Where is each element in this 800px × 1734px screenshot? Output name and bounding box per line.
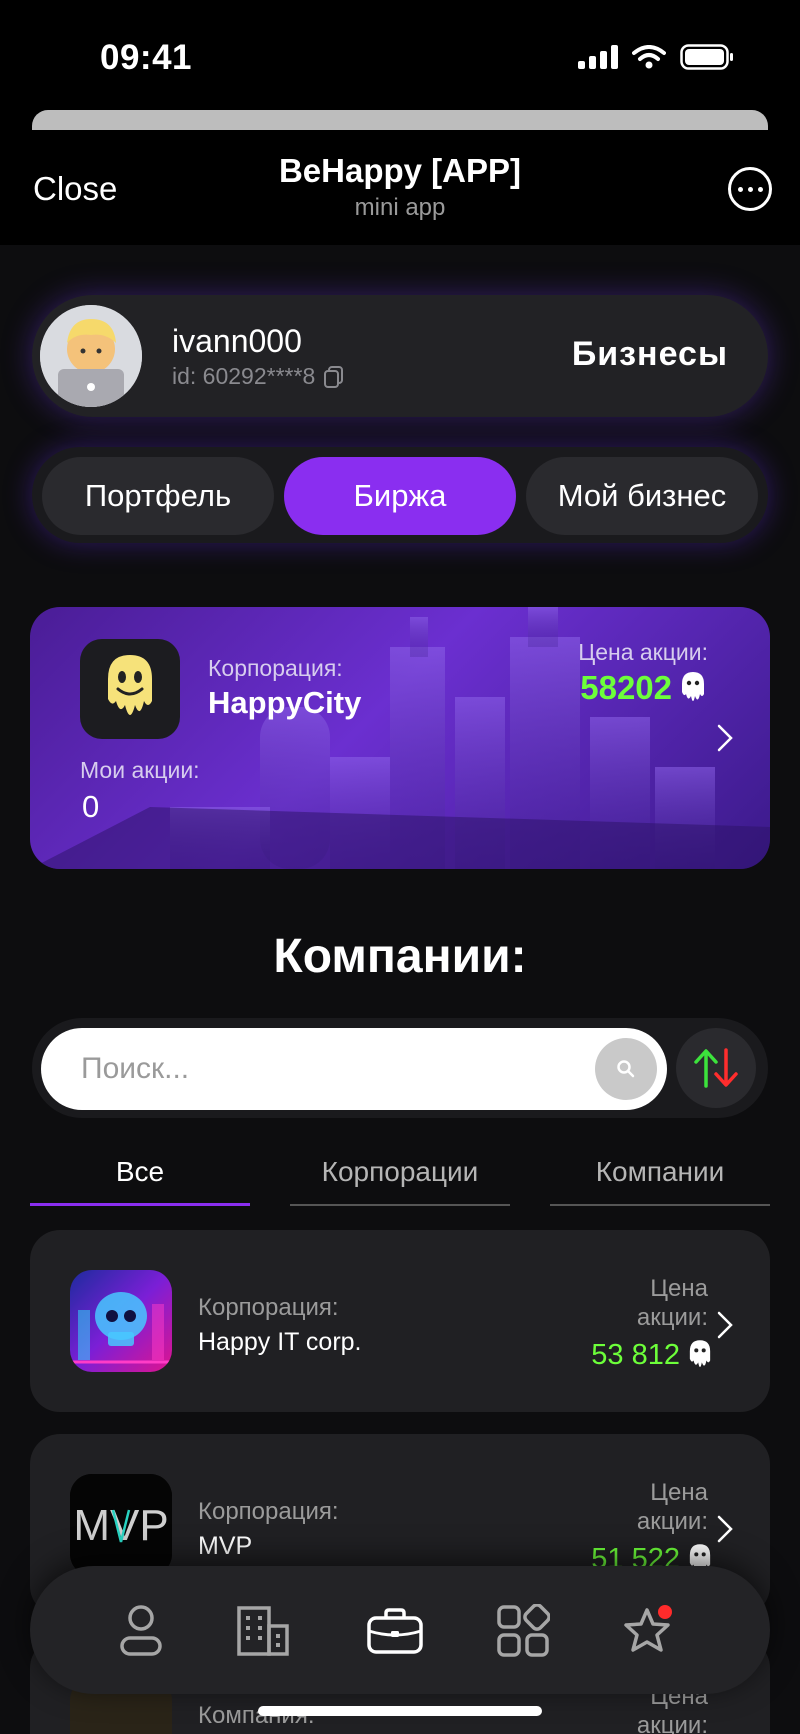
status-bar: 09:41 xyxy=(0,0,800,112)
more-dot-icon xyxy=(757,186,763,192)
company-price-label: Цена акции: xyxy=(637,1478,708,1536)
corporation-logo xyxy=(80,639,180,739)
status-icons xyxy=(578,44,734,70)
more-dot-icon xyxy=(737,186,743,192)
nav-businesses[interactable] xyxy=(228,1596,298,1666)
my-shares-label: Мои акции: xyxy=(80,757,200,783)
company-price-label: Цена акции: xyxy=(637,1274,708,1332)
nav-profile[interactable] xyxy=(106,1596,176,1666)
signal-icon xyxy=(578,45,618,69)
search-button[interactable] xyxy=(595,1038,657,1100)
section-switcher: Портфель Биржа Мой бизнес xyxy=(32,447,768,543)
sort-arrows-icon xyxy=(694,1048,738,1088)
profile-icon xyxy=(120,1605,162,1656)
app-header: Close BeHappy [APP] mini app xyxy=(0,130,800,245)
my-shares-value: 0 xyxy=(82,789,100,824)
company-logo: MVP xyxy=(70,1474,172,1576)
company-name: MVP xyxy=(198,1532,253,1560)
featured-corporation-card[interactable]: Корпорация: HappyCity Цена акции: 58202 … xyxy=(30,607,770,869)
tab-corporations[interactable]: Корпорации xyxy=(290,1150,510,1206)
chevron-right-icon xyxy=(717,1311,733,1339)
tab-my-business[interactable]: Мой бизнес xyxy=(526,457,758,535)
app-title: BeHappy [APP] xyxy=(278,152,522,189)
company-name: Happy IT corp. xyxy=(198,1328,362,1356)
corporation-name: HappyCity xyxy=(208,685,362,720)
profile-card[interactable]: ivann000 id: 60292****8 Бизнесы xyxy=(32,295,768,417)
apps-grid-icon xyxy=(497,1604,550,1657)
star-icon xyxy=(624,1605,672,1652)
main-content: ivann000 id: 60292****8 Бизнесы Портфель… xyxy=(0,245,800,1734)
user-id-text: id: 60292****8 xyxy=(172,363,316,389)
company-logo xyxy=(70,1270,172,1372)
more-options-button[interactable] xyxy=(728,167,772,211)
businesses-heading: Бизнесы xyxy=(571,335,728,373)
company-type-label: Корпорация: xyxy=(198,1294,339,1321)
company-price-label-line2: акции: xyxy=(636,1508,708,1535)
search-bar xyxy=(32,1018,768,1118)
wifi-icon xyxy=(632,45,666,69)
nav-exchange[interactable] xyxy=(360,1596,430,1666)
nav-favorites[interactable] xyxy=(614,1596,684,1666)
filter-tabs: Все Корпорации Компании xyxy=(30,1150,770,1210)
corporation-type-label: Корпорация: xyxy=(208,655,343,681)
melting-coin-icon xyxy=(689,1340,711,1367)
tab-portfolio[interactable]: Портфель xyxy=(42,457,274,535)
more-dot-icon xyxy=(747,186,753,192)
share-price-label: Цена акции: xyxy=(578,639,708,665)
melting-smiley-icon xyxy=(108,655,152,715)
copy-icon[interactable] xyxy=(323,365,345,389)
tab-all[interactable]: Все xyxy=(30,1150,250,1206)
username: ivann000 xyxy=(172,323,302,359)
chevron-right-icon xyxy=(717,724,733,752)
company-type-label: Корпорация: xyxy=(198,1498,339,1525)
status-time: 09:41 xyxy=(100,38,193,77)
user-id: id: 60292****8 xyxy=(172,363,345,390)
mvp-logo-text: MVP xyxy=(73,1501,168,1550)
companies-heading: Компании: xyxy=(273,930,527,983)
battery-icon xyxy=(680,44,733,70)
tab-companies[interactable]: Компании xyxy=(550,1150,770,1206)
company-price-value: 53 812 xyxy=(591,1338,680,1371)
chevron-right-icon xyxy=(717,1515,733,1543)
share-price-value: 58202 xyxy=(580,669,672,706)
sheet-top-edge xyxy=(32,110,768,132)
company-price: 53 812 xyxy=(591,1338,712,1372)
home-indicator xyxy=(258,1706,542,1716)
bottom-navigation xyxy=(30,1566,770,1694)
header-title-block: BeHappy [APP] mini app xyxy=(0,152,800,222)
app-subtitle: mini app xyxy=(354,194,446,221)
notification-badge xyxy=(658,1605,672,1619)
list-item[interactable]: Корпорация: Happy IT corp. Цена акции: 5… xyxy=(30,1230,770,1412)
avatar xyxy=(40,305,142,407)
neon-skull-city-logo-icon xyxy=(70,1270,172,1372)
company-price-label-line2: акции: xyxy=(636,1304,708,1331)
nav-apps[interactable] xyxy=(488,1596,558,1666)
company-price-label-line1: Цена xyxy=(650,1275,708,1302)
melting-coin-icon xyxy=(682,672,704,701)
tab-exchange[interactable]: Биржа xyxy=(284,457,516,535)
search-icon xyxy=(617,1060,635,1078)
sort-button[interactable] xyxy=(676,1028,756,1108)
search-input[interactable] xyxy=(81,1028,581,1110)
search-field xyxy=(41,1028,667,1110)
company-price-label-line2: акции: xyxy=(636,1712,708,1734)
avatar-person-icon xyxy=(40,305,142,407)
briefcase-icon xyxy=(367,1608,423,1654)
share-price: 58202 xyxy=(580,669,706,707)
buildings-icon xyxy=(237,1606,289,1656)
company-price-label-line1: Цена xyxy=(650,1479,708,1506)
mvp-logo-icon: MVP xyxy=(70,1474,172,1576)
